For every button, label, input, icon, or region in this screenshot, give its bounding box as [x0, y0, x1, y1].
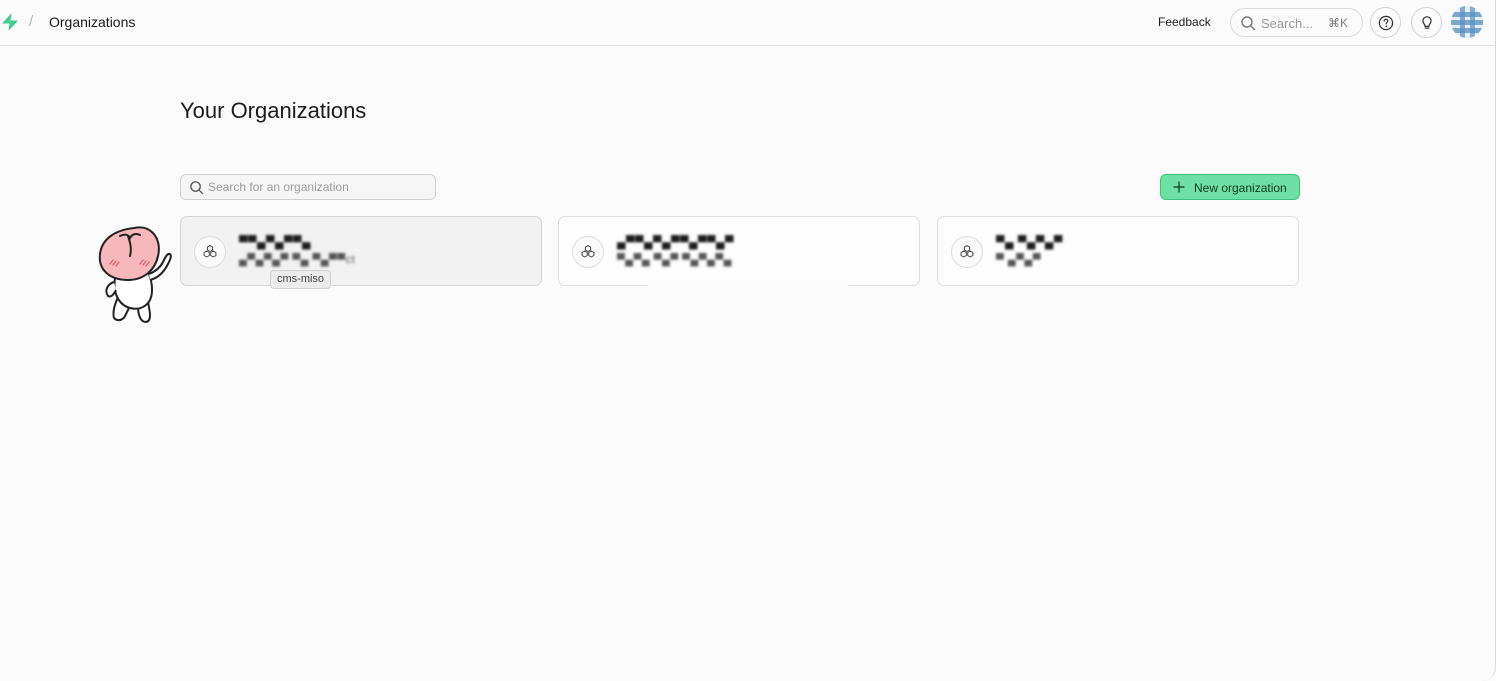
avatar-pattern-icon — [1451, 6, 1483, 38]
user-avatar[interactable] — [1451, 6, 1483, 38]
cubes-icon — [960, 245, 974, 258]
breadcrumb-organizations[interactable]: Organizations — [49, 14, 135, 30]
keyboard-shortcut: ⌘K — [1328, 16, 1349, 30]
whats-new-button[interactable] — [1411, 7, 1442, 38]
help-circle-icon — [1378, 15, 1394, 31]
command-search-button[interactable]: Search... ⌘K — [1230, 8, 1363, 37]
page-title: Your Organizations — [180, 98, 367, 123]
organization-card[interactable]: ▄▀▀▄▀▄▀▀▄▀▀▄▀ ▀▄▀▄ ▀▄▀ ▀▄▀▄▀▄ — [558, 216, 920, 286]
new-organization-label: New organization — [1194, 181, 1287, 195]
new-organization-button[interactable]: New organization — [1160, 174, 1300, 200]
organization-icon — [572, 236, 604, 268]
cubes-icon — [203, 245, 217, 258]
organization-plan: ▄▀▄▀▄▀ ▀▄ ▀▄▀▀ct — [239, 254, 356, 266]
plus-icon — [1173, 181, 1185, 193]
organization-search-input[interactable] — [208, 177, 430, 197]
organization-card[interactable]: ▀▄ ▀▄▀▄▀ ▀ ▄▀▄▀ — [937, 216, 1299, 286]
peach-character-sticker-icon — [98, 226, 172, 323]
help-button[interactable] — [1370, 7, 1401, 38]
cubes-icon — [581, 245, 595, 258]
lightbulb-icon — [1422, 16, 1432, 29]
supabase-logo-icon[interactable] — [0, 12, 20, 32]
app-window: / Organizations Feedback Search... ⌘K Yo… — [0, 0, 1496, 681]
redaction-patch — [648, 280, 848, 288]
organization-name: ▀▄ ▀▄▀▄▀ — [996, 235, 1063, 249]
organization-icon — [194, 236, 226, 268]
organization-name: ▄▀▀▄▀▄▀▀▄▀▀▄▀ — [617, 235, 735, 249]
top-bar: / Organizations Feedback Search... ⌘K — [0, 0, 1495, 46]
organization-name: ▀▀▄▀▄▀▀▄ — [239, 235, 312, 249]
organization-tooltip: cms-miso — [270, 270, 332, 289]
command-search-placeholder: Search... — [1261, 16, 1314, 31]
organization-plan: ▀▄▀▄ ▀▄▀ ▀▄▀▄▀▄ — [617, 254, 732, 266]
breadcrumb-separator: / — [29, 13, 34, 30]
search-icon — [1241, 16, 1256, 31]
search-icon — [190, 181, 204, 195]
organization-card[interactable]: ▀▀▄▀▄▀▀▄ ▄▀▄▀▄▀ ▀▄ ▀▄▀▀ct — [180, 216, 542, 286]
feedback-button[interactable]: Feedback — [1150, 10, 1219, 34]
organization-search[interactable] — [180, 174, 436, 200]
organization-plan: ▀ ▄▀▄▀ — [996, 254, 1042, 266]
organization-icon — [951, 236, 983, 268]
